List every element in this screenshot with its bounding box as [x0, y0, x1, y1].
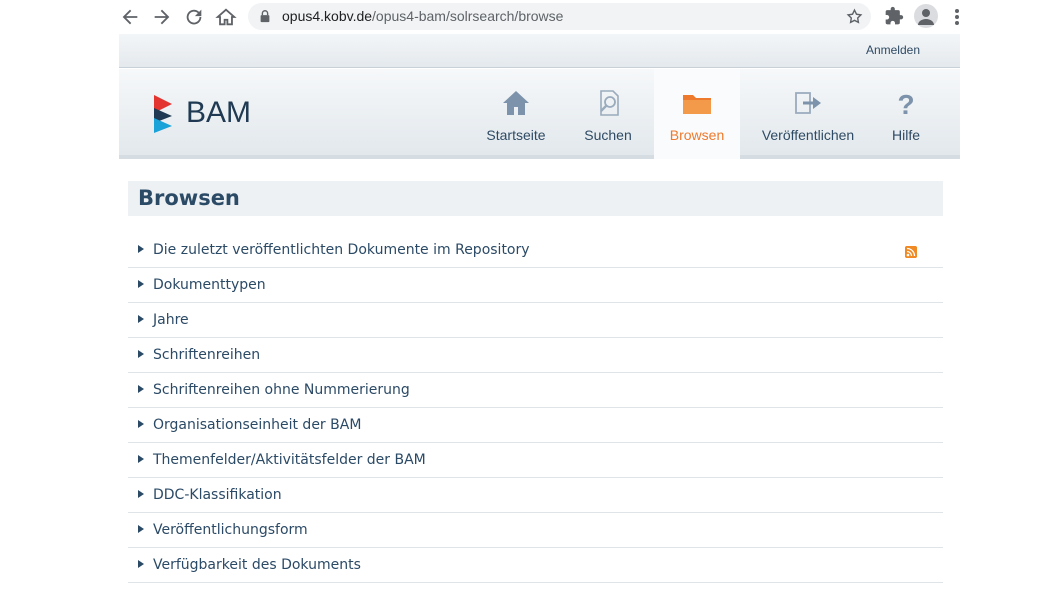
- bullet-icon: [138, 385, 144, 393]
- lock-icon: [260, 10, 270, 23]
- logo-text: BAM: [186, 96, 252, 129]
- search-document-icon: [600, 90, 619, 116]
- bam-logo[interactable]: BAM: [153, 94, 253, 134]
- bullet-icon: [138, 350, 144, 358]
- nav-browsen[interactable]: Browsen: [654, 69, 740, 159]
- nav-startseite[interactable]: Startseite: [473, 69, 559, 159]
- nav-suchen[interactable]: Suchen: [565, 69, 651, 159]
- reload-icon[interactable]: [183, 6, 205, 28]
- extensions-puzzle-icon[interactable]: [884, 6, 904, 26]
- bam-logo-icon: [154, 95, 172, 133]
- browse-item-verfuegbarkeit[interactable]: Verfügbarkeit des Dokuments: [128, 548, 943, 583]
- browse-item-label[interactable]: Themenfelder/Aktivitätsfelder der BAM: [153, 452, 426, 468]
- home-browser-icon[interactable]: [215, 6, 237, 28]
- page-title-bar: Browsen: [128, 181, 943, 216]
- browse-list: Die zuletzt veröffentlichten Dokumente i…: [128, 233, 943, 583]
- page-title: Browsen: [138, 186, 240, 210]
- bullet-icon: [138, 525, 144, 533]
- bookmark-star-icon[interactable]: [846, 8, 863, 25]
- browse-item-label[interactable]: DDC-Klassifikation: [153, 487, 282, 503]
- nav-label: Suchen: [584, 127, 632, 143]
- nav-label: Veröffentlichen: [761, 127, 855, 143]
- browse-item-organisationseinheit[interactable]: Organisationseinheit der BAM: [128, 408, 943, 443]
- home-icon: [503, 91, 529, 115]
- address-bar[interactable]: opus4.kobv.de/opus4-bam/solrsearch/brows…: [248, 3, 871, 30]
- browse-item-label[interactable]: Die zuletzt veröffentlichten Dokumente i…: [153, 242, 530, 258]
- help-icon: ?: [897, 89, 914, 117]
- nav-hilfe[interactable]: ? Hilfe: [871, 69, 941, 159]
- forward-icon[interactable]: [151, 6, 173, 28]
- bullet-icon: [138, 245, 144, 253]
- site-topbar: Anmelden: [119, 34, 960, 68]
- browse-item-label[interactable]: Organisationseinheit der BAM: [153, 417, 361, 433]
- browse-item-label[interactable]: Jahre: [153, 312, 189, 328]
- publish-icon: [795, 92, 821, 114]
- browse-item-veroeffentlichungsform[interactable]: Veröffentlichungsform: [128, 513, 943, 548]
- browse-item-label[interactable]: Veröffentlichungsform: [153, 522, 308, 538]
- main-navigation: BAM Startseite Suchen Browsen Veröffentl…: [119, 69, 960, 159]
- browse-item-label[interactable]: Schriftenreihen: [153, 347, 260, 363]
- browse-item-label[interactable]: Dokumenttypen: [153, 277, 266, 293]
- browser-toolbar: opus4.kobv.de/opus4-bam/solrsearch/brows…: [0, 0, 1060, 34]
- folder-icon: [683, 95, 711, 114]
- nav-label: Hilfe: [891, 127, 920, 143]
- browse-item-jahre[interactable]: Jahre: [128, 303, 943, 338]
- bullet-icon: [138, 280, 144, 288]
- browse-item-dokumenttypen[interactable]: Dokumenttypen: [128, 268, 943, 303]
- nav-label: Browsen: [669, 127, 725, 143]
- nav-veroeffentlichen[interactable]: Veröffentlichen: [749, 69, 867, 159]
- browse-item-ddc-klassifikation[interactable]: DDC-Klassifikation: [128, 478, 943, 513]
- browse-item-schriftenreihen-ohne-nummerierung[interactable]: Schriftenreihen ohne Nummerierung: [128, 373, 943, 408]
- bullet-icon: [138, 560, 144, 568]
- browse-item-schriftenreihen[interactable]: Schriftenreihen: [128, 338, 943, 373]
- url-text: opus4.kobv.de/opus4-bam/solrsearch/brows…: [282, 8, 564, 24]
- rss-feed-icon[interactable]: [905, 246, 917, 258]
- browse-item-themenfelder[interactable]: Themenfelder/Aktivitätsfelder der BAM: [128, 443, 943, 478]
- bullet-icon: [138, 420, 144, 428]
- back-icon[interactable]: [119, 6, 141, 28]
- browser-menu-icon[interactable]: [952, 7, 962, 27]
- svg-text:?: ?: [897, 89, 914, 117]
- nav-label: Startseite: [486, 127, 546, 143]
- browse-item-latest-documents[interactable]: Die zuletzt veröffentlichten Dokumente i…: [128, 233, 943, 268]
- bullet-icon: [138, 455, 144, 463]
- browse-item-label[interactable]: Verfügbarkeit des Dokuments: [153, 557, 361, 573]
- browse-item-label[interactable]: Schriftenreihen ohne Nummerierung: [153, 382, 410, 398]
- profile-avatar-icon[interactable]: [914, 4, 938, 28]
- bullet-icon: [138, 490, 144, 498]
- login-link[interactable]: Anmelden: [866, 43, 920, 57]
- bullet-icon: [138, 315, 144, 323]
